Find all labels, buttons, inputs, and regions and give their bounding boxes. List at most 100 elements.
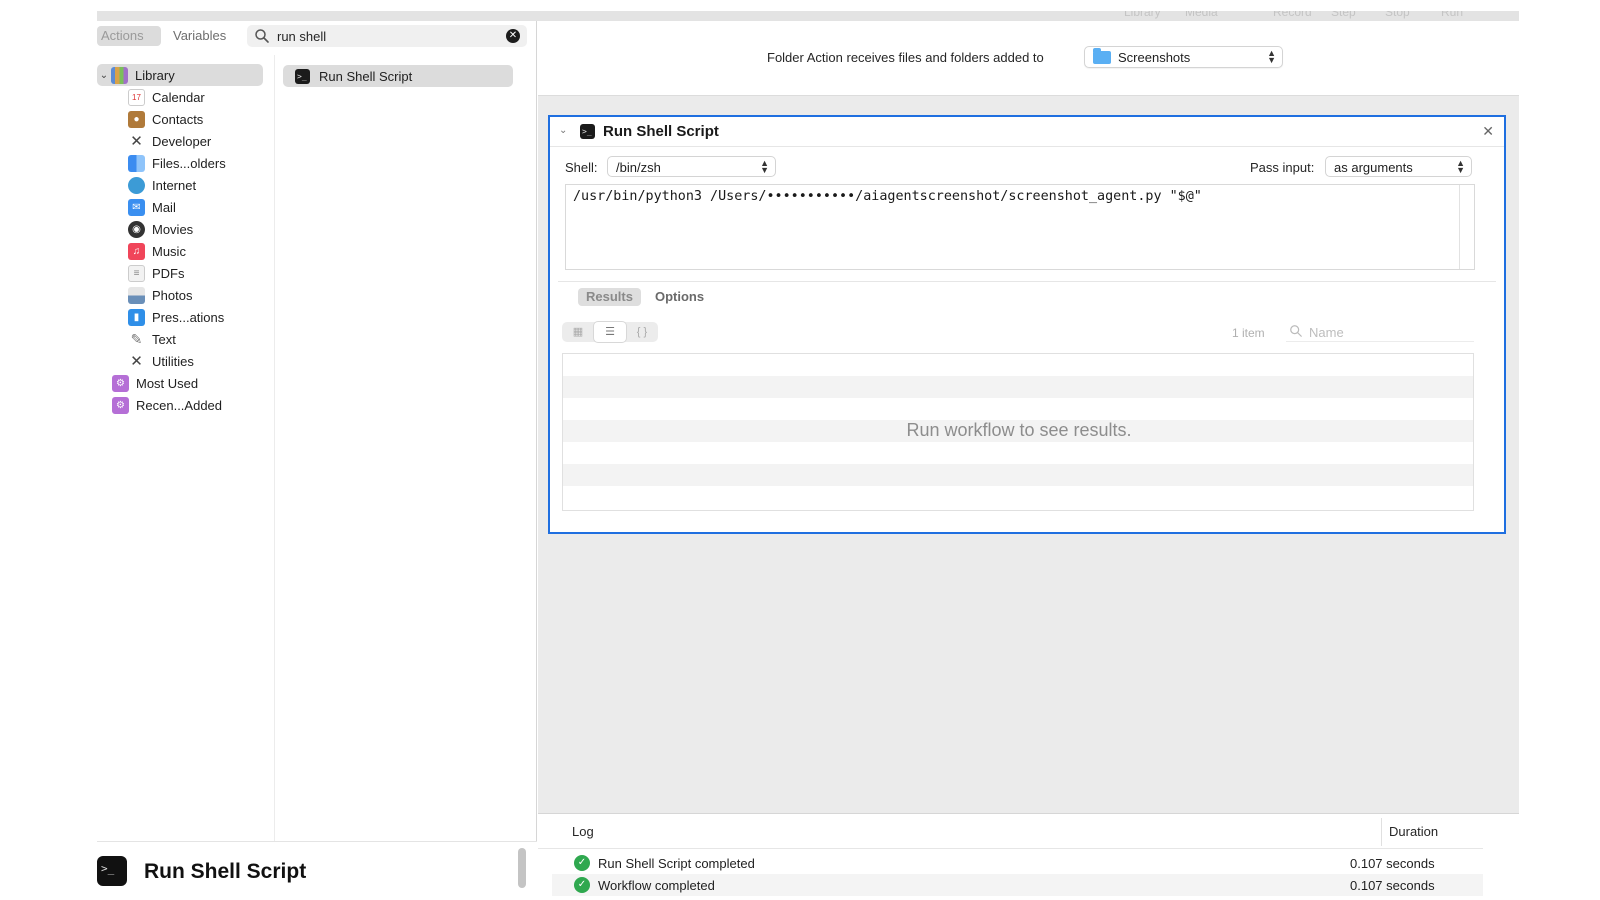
log-column-header[interactable]: Log <box>572 824 594 839</box>
action-title: Run Shell Script <box>603 123 719 140</box>
tabs-divider <box>558 281 1496 282</box>
tab-options[interactable]: Options <box>647 288 712 306</box>
workflow-header: Folder Action receives files and folders… <box>538 21 1519 96</box>
toolbar-strip: Library Media Record Step Stop Run <box>97 11 1519 21</box>
log-duration: 0.107 seconds <box>1350 855 1435 871</box>
tree-item-text[interactable]: ✎ Text <box>128 328 176 350</box>
pdf-icon: ≡ <box>128 264 145 282</box>
tab-results[interactable]: Results <box>578 288 641 306</box>
tab-variables[interactable]: Variables <box>169 26 233 46</box>
list-view-icon[interactable]: ☰ <box>594 322 626 342</box>
results-stripe <box>563 464 1473 486</box>
tree-item-library[interactable]: ⌄ Library <box>97 64 263 86</box>
tree-item-internet[interactable]: Internet <box>128 174 196 196</box>
pass-input-select[interactable]: as arguments ▲ ▼ <box>1325 156 1472 177</box>
keynote-icon: ▮ <box>128 308 145 326</box>
action-item-run-shell-script[interactable]: >_ Run Shell Script <box>283 65 513 87</box>
description-title: Run Shell Script <box>144 860 307 883</box>
action-header: ⌄ >_ Run Shell Script ✕ <box>550 117 1504 147</box>
checkmark-icon: ✓ <box>574 855 590 871</box>
tree-item-label: Pres...ations <box>152 309 225 325</box>
log-message: Workflow completed <box>598 877 715 893</box>
library-icon <box>111 66 128 84</box>
name-search-placeholder: Name <box>1309 325 1344 340</box>
utilities-icon: ✕ <box>130 353 143 370</box>
tree-item-pdfs[interactable]: ≡ PDFs <box>128 262 185 284</box>
toolbar-record-label[interactable]: Record <box>1273 11 1312 19</box>
folder-action-label: Folder Action receives files and folders… <box>767 50 1044 65</box>
close-icon[interactable]: ✕ <box>1482 123 1494 140</box>
chevron-down-icon[interactable]: ⌄ <box>559 125 567 136</box>
music-icon: ♫ <box>128 242 145 260</box>
toolbar-step-label[interactable]: Step <box>1331 11 1356 19</box>
mail-icon: ✉ <box>128 198 145 216</box>
tree-item-utilities[interactable]: ✕ Utilities <box>128 350 194 372</box>
shell-label: Shell: <box>565 160 598 175</box>
toolbar-media-label[interactable]: Media <box>1185 11 1218 19</box>
toolbar-library-label[interactable]: Library <box>1124 11 1161 19</box>
tree-item-label: Internet <box>152 177 197 193</box>
toolbar-stop-label[interactable]: Stop <box>1385 11 1410 19</box>
tree-item-contacts[interactable]: ● Contacts <box>128 108 203 130</box>
action-description: >_ Run Shell Script <box>97 841 537 900</box>
tree-item-photos[interactable]: Photos <box>128 284 192 306</box>
pass-input-value: as arguments <box>1334 160 1413 175</box>
calendar-icon: 17 <box>128 88 145 106</box>
folder-action-target-select[interactable]: Screenshots ▲ ▼ <box>1084 46 1283 68</box>
folder-action-target-value: Screenshots <box>1118 50 1191 65</box>
tree-item-presentations[interactable]: ▮ Pres...ations <box>128 306 224 328</box>
tree-item-label: Movies <box>152 221 194 237</box>
updown-arrows-icon: ▲ ▼ <box>1267 48 1276 65</box>
library-tab-switcher: Actions Variables <box>97 26 233 46</box>
search-icon <box>1290 325 1302 337</box>
tree-item-label: PDFs <box>152 265 185 281</box>
tree-item-most-used[interactable]: ⚙ Most Used <box>112 372 198 394</box>
tree-item-files-folders[interactable]: Files...olders <box>128 152 226 174</box>
smart-folder-icon: ⚙ <box>112 374 129 392</box>
log-panel: Log Duration ✓ Run Shell Script complete… <box>538 813 1519 900</box>
clear-search-icon[interactable]: ✕ <box>506 29 520 43</box>
shell-select[interactable]: /bin/zsh ▲ ▼ <box>607 156 776 177</box>
tab-actions[interactable]: Actions <box>97 26 161 46</box>
tree-item-label: Files...olders <box>152 155 226 171</box>
toolbar-run-label[interactable]: Run <box>1441 11 1463 19</box>
duration-column-header[interactable]: Duration <box>1389 824 1438 839</box>
tree-item-mail[interactable]: ✉ Mail <box>128 196 176 218</box>
photos-icon <box>128 286 145 304</box>
log-header-divider <box>538 848 1483 849</box>
developer-icon: ✕ <box>130 133 143 150</box>
log-row[interactable]: ✓ Run Shell Script completed 0.107 secon… <box>552 852 1483 874</box>
results-name-search[interactable]: Name <box>1286 322 1474 342</box>
chevron-down-icon[interactable]: ⌄ <box>97 70 111 81</box>
description-scrollbar[interactable] <box>518 848 526 888</box>
tree-item-recently-added[interactable]: ⚙ Recen...Added <box>112 394 222 416</box>
text-icon: ✎ <box>130 330 143 347</box>
results-view-switcher: ▦ ☰ { } <box>562 322 658 342</box>
tree-item-label: Photos <box>152 287 193 303</box>
tree-item-label: Developer <box>152 133 212 149</box>
checkmark-icon: ✓ <box>574 877 590 893</box>
library-panel: Actions Variables ✕ ⌄ Library 17 Calendar… <box>97 21 537 900</box>
script-editor[interactable]: /usr/bin/python3 /Users/•••••••••••/aiag… <box>565 184 1475 270</box>
run-shell-script-action[interactable]: ⌄ >_ Run Shell Script ✕ Shell: /bin/zsh … <box>548 115 1506 534</box>
action-item-label: Run Shell Script <box>319 68 413 84</box>
tree-item-developer[interactable]: ✕ Developer <box>128 130 211 152</box>
icon-view-icon[interactable]: ▦ <box>562 322 594 342</box>
updown-arrows-icon: ▲ ▼ <box>1456 158 1465 175</box>
column-divider[interactable] <box>1381 818 1382 846</box>
search-input[interactable] <box>277 27 497 45</box>
tree-item-label: Calendar <box>152 89 205 105</box>
tree-item-label: Utilities <box>152 353 194 369</box>
contacts-icon: ● <box>128 110 145 128</box>
finder-icon <box>128 154 145 172</box>
pass-input-label: Pass input: <box>1250 160 1315 175</box>
smart-folder-icon: ⚙ <box>112 396 129 414</box>
script-scrollbar[interactable] <box>1459 185 1460 269</box>
script-text[interactable]: /usr/bin/python3 /Users/•••••••••••/aiag… <box>573 189 1202 204</box>
tree-item-movies[interactable]: ◉ Movies <box>128 218 193 240</box>
json-view-icon[interactable]: { } <box>626 322 658 342</box>
terminal-icon: >_ <box>295 68 310 84</box>
tree-item-calendar[interactable]: 17 Calendar <box>128 86 205 108</box>
log-row[interactable]: ✓ Workflow completed 0.107 seconds <box>552 874 1483 896</box>
tree-item-music[interactable]: ♫ Music <box>128 240 186 262</box>
